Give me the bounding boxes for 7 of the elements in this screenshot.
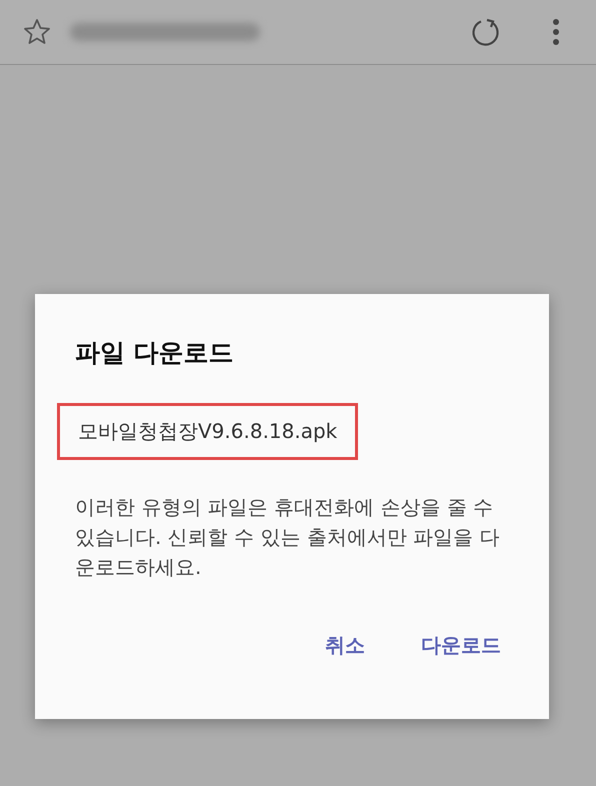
download-button[interactable]: 다운로드 — [413, 626, 509, 665]
file-name: 모바일청첩장V9.6.8.18.apk — [57, 403, 358, 460]
dialog-title: 파일 다운로드 — [75, 337, 235, 369]
warning-message: 이러한 유형의 파일은 휴대전화에 손상을 줄 수 있습니다. 신뢰할 수 있는 출처에서만 파일을 다운로드하세요. — [75, 494, 501, 581]
more-icon[interactable] — [552, 18, 560, 46]
star-icon[interactable] — [22, 17, 52, 47]
cancel-button[interactable]: 취소 — [317, 626, 373, 665]
